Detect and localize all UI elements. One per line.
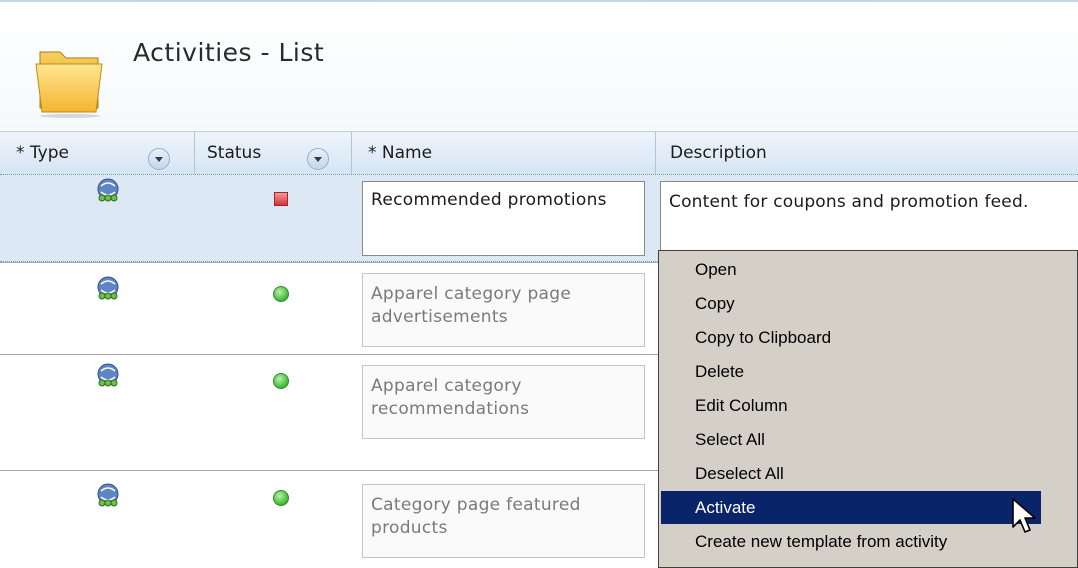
page-header: Activities - List (0, 2, 1078, 130)
page-title: Activities - List (133, 38, 325, 67)
column-type-label: * Type (16, 143, 69, 163)
menu-item-delete[interactable]: Delete (661, 355, 1041, 388)
status-active-icon (273, 286, 289, 302)
column-header-row: * Type Status * Name Description (0, 131, 1078, 175)
menu-item-create-template[interactable]: Create new template from activity (661, 525, 1041, 558)
status-active-icon (273, 490, 289, 506)
menu-item-copy[interactable]: Copy (661, 287, 1041, 320)
menu-item-edit-column[interactable]: Edit Column (661, 389, 1041, 422)
menu-item-select-all[interactable]: Select All (661, 423, 1041, 456)
mouse-pointer-icon (1012, 498, 1036, 533)
name-field[interactable]: Apparel category recommendations (362, 365, 645, 439)
menu-item-copy-to-clipboard[interactable]: Copy to Clipboard (661, 321, 1041, 354)
column-type[interactable]: * Type (0, 132, 195, 174)
column-status[interactable]: Status (195, 132, 352, 174)
name-field[interactable]: Recommended promotions (362, 181, 645, 256)
folder-icon (35, 51, 103, 118)
activity-type-icon (97, 276, 119, 300)
row-divider (0, 470, 660, 471)
column-name-label: * Name (368, 143, 433, 163)
status-sort-dropdown-icon[interactable] (307, 148, 329, 170)
status-active-icon (273, 373, 289, 389)
activity-type-icon (97, 483, 119, 507)
column-description[interactable]: Description (656, 132, 1078, 174)
status-inactive-icon (274, 192, 288, 206)
name-field[interactable]: Category page featured products (362, 484, 645, 558)
column-status-label: Status (207, 143, 262, 163)
menu-item-open[interactable]: Open (661, 253, 1041, 286)
name-field[interactable]: Apparel category page advertisements (362, 273, 645, 347)
description-field[interactable]: Content for coupons and promotion feed. (660, 181, 1078, 256)
row-divider (0, 354, 660, 355)
type-sort-dropdown-icon[interactable] (148, 148, 170, 170)
activity-type-icon (97, 363, 119, 387)
menu-item-activate[interactable]: Activate (661, 491, 1041, 524)
column-description-label: Description (670, 143, 767, 163)
row-divider (0, 262, 660, 263)
activity-type-icon (97, 178, 119, 202)
menu-item-deselect-all[interactable]: Deselect All (661, 457, 1041, 490)
column-name[interactable]: * Name (352, 132, 656, 174)
